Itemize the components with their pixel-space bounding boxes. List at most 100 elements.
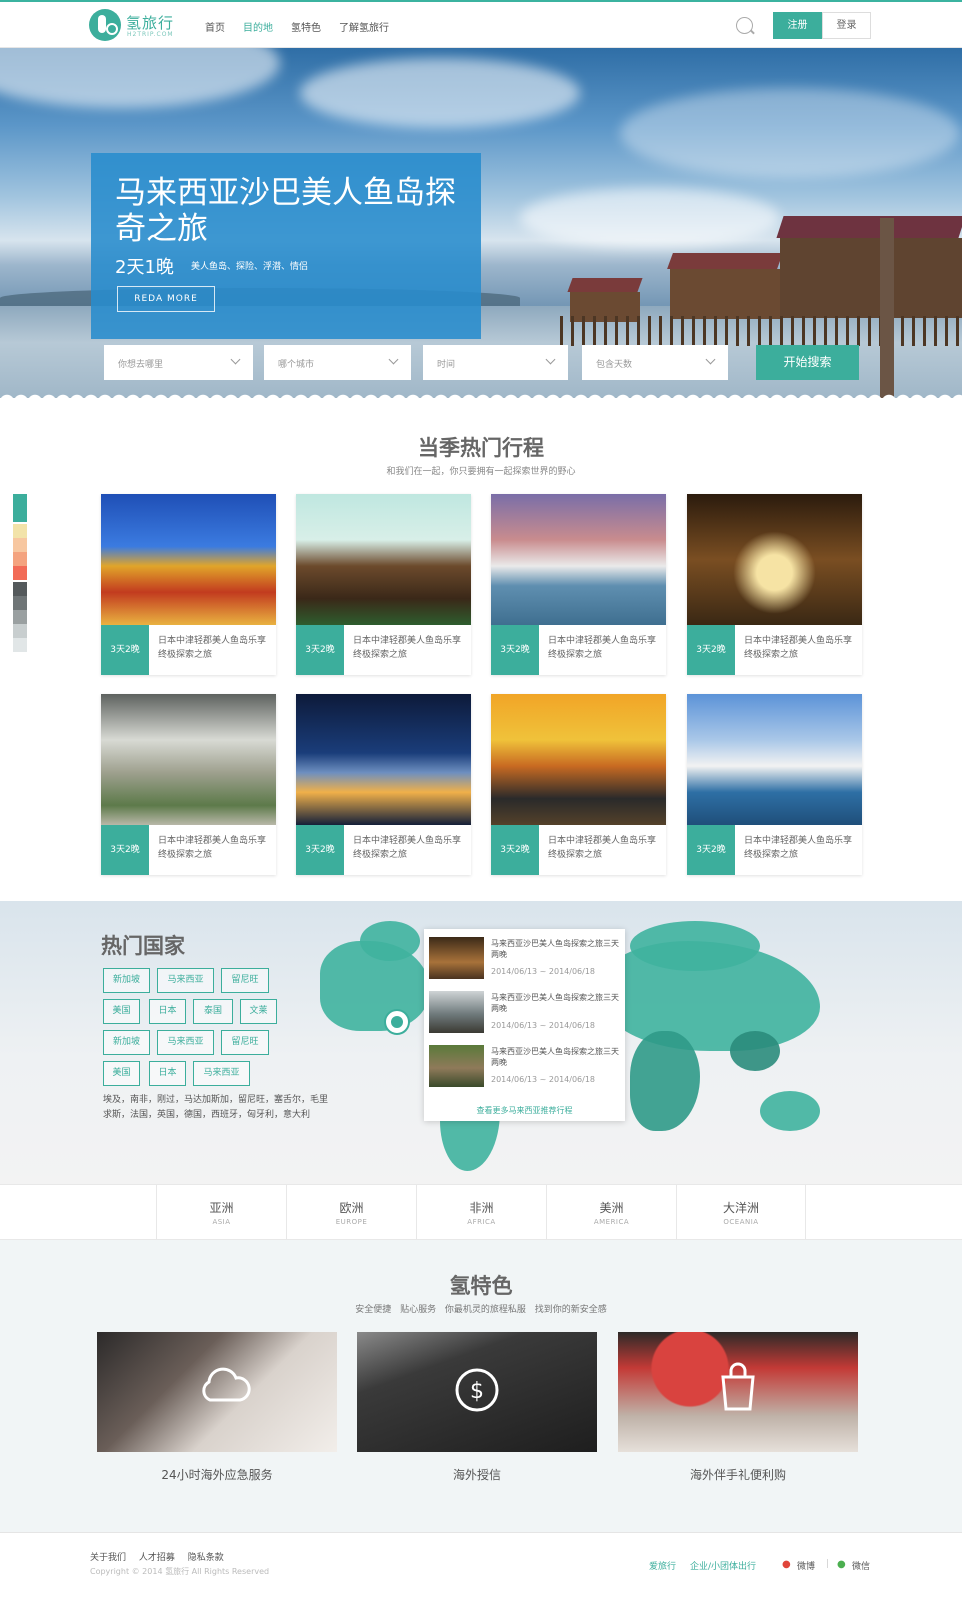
- cloud-shape: [300, 58, 580, 128]
- start-search-button[interactable]: 开始搜索: [756, 345, 859, 380]
- trip-image[interactable]: [101, 494, 276, 625]
- trip-description[interactable]: 日本中津轻郡美人鱼岛乐享终极探索之旅: [744, 634, 856, 662]
- trip-card[interactable]: 3天2晚 日本中津轻郡美人鱼岛乐享终极探索之旅: [687, 494, 862, 675]
- trip-image[interactable]: [491, 494, 666, 625]
- read-more-button[interactable]: REDA MORE: [117, 286, 215, 312]
- featured-trip-title: 马来西亚沙巴美人鱼岛探奇之旅: [115, 175, 456, 247]
- popup-trip-item[interactable]: 马来西亚沙巴美人鱼岛探索之旅三天两晚 2014/06/13 ~ 2014/06/…: [429, 991, 621, 1037]
- trip-image[interactable]: [296, 694, 471, 825]
- trip-image[interactable]: [296, 494, 471, 625]
- featured-trip-panel: 马来西亚沙巴美人鱼岛探奇之旅 2天1晚 美人鱼岛、探险、浮潜、情侣 REDA M…: [91, 153, 481, 339]
- palette-swatch: [13, 538, 27, 552]
- country-tag[interactable]: 美国: [103, 999, 140, 1024]
- more-trips-link[interactable]: 查看更多马来西亚推荐行程: [424, 1105, 625, 1116]
- tab-label-en: OCEANIA: [723, 1218, 759, 1226]
- nav-features[interactable]: 氢特色: [291, 19, 321, 34]
- trip-card[interactable]: 3天2晚 日本中津轻郡美人鱼岛乐享终极探索之旅: [296, 494, 471, 675]
- wechat-link[interactable]: 微信: [852, 1559, 870, 1572]
- login-button[interactable]: 登录: [822, 12, 871, 39]
- trip-card[interactable]: 3天2晚 日本中津轻郡美人鱼岛乐享终极探索之旅: [491, 694, 666, 875]
- country-tag[interactable]: 马来西亚: [157, 968, 214, 993]
- trip-card[interactable]: 3天2晚 日本中津轻郡美人鱼岛乐享终极探索之旅: [101, 494, 276, 675]
- country-tag[interactable]: 美国: [103, 1061, 140, 1086]
- dollar-icon: $: [455, 1368, 499, 1412]
- trip-image[interactable]: [687, 494, 862, 625]
- footer-link-love-travel[interactable]: 爱旅行: [649, 1559, 676, 1572]
- palette-swatch: [13, 524, 27, 538]
- tab-europe[interactable]: 欧洲 EUROPE: [286, 1185, 416, 1241]
- cloud-shape: [0, 48, 280, 108]
- trip-description[interactable]: 日本中津轻郡美人鱼岛乐享终极探索之旅: [158, 834, 270, 862]
- feature-caption: 海外伴手礼便利购: [689, 1468, 786, 1482]
- trip-card[interactable]: 3天2晚 日本中津轻郡美人鱼岛乐享终极探索之旅: [296, 694, 471, 875]
- map-europe[interactable]: [630, 921, 760, 971]
- trip-card[interactable]: 3天2晚 日本中津轻郡美人鱼岛乐享终极探索之旅: [491, 494, 666, 675]
- map-north-america[interactable]: [360, 921, 420, 961]
- country-tag[interactable]: 新加坡: [103, 1030, 150, 1055]
- footer-link-group-travel[interactable]: 企业/小团体出行: [690, 1559, 756, 1572]
- search-icon[interactable]: [736, 17, 753, 34]
- wechat-icon[interactable]: ●: [837, 1559, 846, 1570]
- register-button[interactable]: 注册: [773, 12, 822, 39]
- chevron-down-icon: [230, 354, 241, 365]
- tab-label: 亚洲: [209, 1201, 234, 1215]
- featured-trip-tags: 美人鱼岛、探险、浮潜、情侣: [191, 262, 309, 272]
- popup-trip-item[interactable]: 马来西亚沙巴美人鱼岛探索之旅三天两晚 2014/06/13 ~ 2014/06/…: [429, 1045, 621, 1091]
- date-select[interactable]: 时间: [423, 345, 568, 380]
- trip-image[interactable]: [101, 694, 276, 825]
- palette-swatch: [13, 582, 27, 596]
- popup-trip-item[interactable]: 马来西亚沙巴美人鱼岛探索之旅三天两晚 2014/06/13 ~ 2014/06/…: [429, 937, 621, 983]
- country-tag[interactable]: 新加坡: [103, 968, 150, 993]
- country-tag[interactable]: 泰国: [193, 999, 233, 1024]
- country-tag[interactable]: 日本: [149, 999, 186, 1024]
- footer-divider: |: [826, 1559, 830, 1569]
- country-tag[interactable]: 马来西亚: [157, 1030, 214, 1055]
- city-placeholder: 哪个城市: [278, 360, 315, 370]
- emergency-service-image[interactable]: [97, 1332, 337, 1452]
- elephant-logo-icon[interactable]: [89, 9, 121, 41]
- map-south-asia[interactable]: [730, 1031, 780, 1071]
- trip-description[interactable]: 日本中津轻郡美人鱼岛乐享终极探索之旅: [548, 634, 660, 662]
- trip-duration-badge: 3天2晚: [296, 625, 344, 675]
- days-select[interactable]: 包含天数: [582, 345, 728, 380]
- tab-label: 欧洲: [339, 1201, 364, 1215]
- trip-description[interactable]: 日本中津轻郡美人鱼岛乐享终极探索之旅: [353, 634, 465, 662]
- tab-oceania[interactable]: 大洋洲 OCEANIA: [676, 1185, 806, 1241]
- country-tag[interactable]: 文莱: [240, 999, 277, 1024]
- overseas-credit-image[interactable]: $: [357, 1332, 597, 1452]
- trip-duration-badge: 3天2晚: [296, 825, 344, 875]
- trip-image[interactable]: [491, 694, 666, 825]
- city-select[interactable]: 哪个城市: [264, 345, 411, 380]
- country-tag[interactable]: 日本: [149, 1061, 186, 1086]
- features-subtitle: 安全便捷 贴心服务 你最机灵的旅程私服 找到你的新安全感: [355, 1305, 607, 1315]
- trip-title: 马来西亚沙巴美人鱼岛探索之旅三天两晚: [491, 993, 619, 1013]
- tab-africa[interactable]: 非洲 AFRICA: [416, 1185, 546, 1241]
- country-tag[interactable]: 留尼旺: [221, 1030, 269, 1055]
- weibo-link[interactable]: 微博: [797, 1559, 815, 1572]
- trip-card[interactable]: 3天2晚 日本中津轻郡美人鱼岛乐享终极探索之旅: [687, 694, 862, 875]
- tab-america[interactable]: 美洲 AMERICA: [546, 1185, 676, 1241]
- nav-about[interactable]: 了解氢旅行: [339, 19, 389, 34]
- country-tag[interactable]: 留尼旺: [221, 968, 269, 993]
- date-placeholder: 时间: [437, 360, 456, 370]
- map-africa[interactable]: [630, 1031, 700, 1131]
- tab-label-en: EUROPE: [335, 1218, 368, 1226]
- trip-description[interactable]: 日本中津轻郡美人鱼岛乐享终极探索之旅: [158, 634, 270, 662]
- country-tag[interactable]: 马来西亚: [193, 1061, 250, 1086]
- brand-name[interactable]: 氢旅行: [126, 12, 174, 33]
- weibo-icon[interactable]: ●: [782, 1559, 791, 1570]
- trip-description[interactable]: 日本中津轻郡美人鱼岛乐享终极探索之旅: [353, 834, 465, 862]
- destination-select[interactable]: 你想去哪里: [104, 345, 253, 380]
- tab-asia[interactable]: 亚洲 ASIA: [156, 1185, 286, 1241]
- trip-description[interactable]: 日本中津轻郡美人鱼岛乐享终极探索之旅: [548, 834, 660, 862]
- trip-card[interactable]: 3天2晚 日本中津轻郡美人鱼岛乐享终极探索之旅: [101, 694, 276, 875]
- footer-links[interactable]: 关于我们 人才招募 隐私条款: [90, 1550, 224, 1563]
- trip-image[interactable]: [687, 694, 862, 825]
- stilt-village-image: [560, 198, 962, 398]
- trip-description[interactable]: 日本中津轻郡美人鱼岛乐享终极探索之旅: [744, 834, 856, 862]
- map-location-pin-icon[interactable]: [386, 1011, 408, 1033]
- nav-destinations[interactable]: 目的地: [243, 19, 273, 34]
- map-australia[interactable]: [760, 1091, 820, 1131]
- nav-home[interactable]: 首页: [205, 19, 225, 34]
- gift-shopping-image[interactable]: [618, 1332, 858, 1452]
